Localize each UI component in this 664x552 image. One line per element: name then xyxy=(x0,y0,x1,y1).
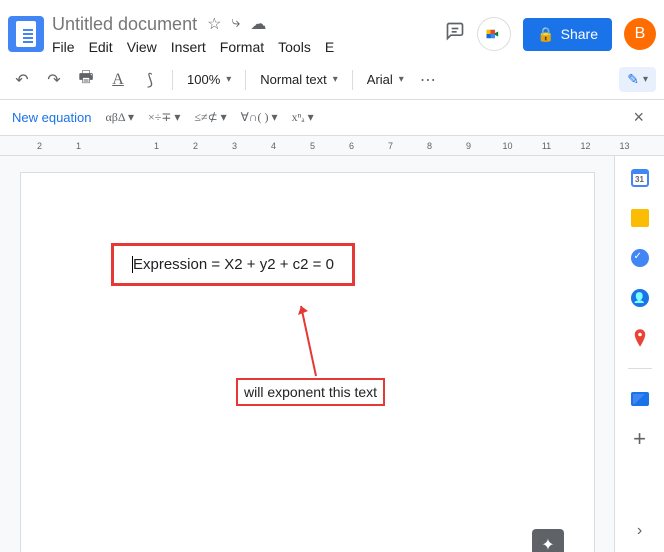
ruler-mark: 11 xyxy=(527,141,566,151)
add-on-plus-icon[interactable]: + xyxy=(630,429,650,449)
annotation-callout-box: will exponent this text xyxy=(236,378,385,406)
logic-dropdown[interactable]: ∀∩( ) ▾ xyxy=(241,110,278,125)
menu-tools[interactable]: Tools xyxy=(278,39,311,55)
annotation-highlight-box: Expression = X2 + y2 + c2 = 0 xyxy=(111,243,355,286)
maps-icon[interactable] xyxy=(630,328,650,348)
menu-extensions-truncated[interactable]: E xyxy=(325,39,334,55)
zoom-dropdown[interactable]: 100% xyxy=(181,72,237,87)
ruler-mark: 8 xyxy=(410,141,449,151)
user-avatar[interactable]: B xyxy=(624,18,656,50)
separator xyxy=(628,368,652,369)
print-icon[interactable]: 🖶 xyxy=(72,66,100,94)
keep-icon[interactable] xyxy=(630,208,650,228)
ruler-mark: 6 xyxy=(332,141,371,151)
more-toolbar-icon[interactable]: ⋯ xyxy=(414,66,442,94)
ruler-mark: 9 xyxy=(449,141,488,151)
spellcheck-icon[interactable]: A xyxy=(104,66,132,94)
greek-letters-dropdown[interactable]: αβΔ ▾ xyxy=(106,110,134,125)
star-icon[interactable]: ☆ xyxy=(207,14,221,34)
ruler-mark: 5 xyxy=(293,141,332,151)
ruler-mark: 2 xyxy=(20,141,59,151)
lock-icon: 🔒 xyxy=(537,26,554,43)
share-button[interactable]: 🔒 Share xyxy=(523,18,612,51)
toolbar: ↶ ↷ 🖶 A ⟆ 100% Normal text Arial ⋯ ✎ ▾ xyxy=(0,60,664,100)
close-equation-bar-icon[interactable]: × xyxy=(625,107,652,128)
undo-icon[interactable]: ↶ xyxy=(8,66,36,94)
title-area: Untitled document ☆ ⤷ ☁ File Edit View I… xyxy=(52,14,445,55)
separator xyxy=(352,70,353,90)
menu-bar: File Edit View Insert Format Tools E xyxy=(52,39,445,55)
new-equation-button[interactable]: New equation xyxy=(12,110,92,125)
explore-icon: ✦ xyxy=(541,535,554,552)
share-label: Share xyxy=(561,26,598,42)
move-icon[interactable]: ⤷ xyxy=(231,14,240,34)
workspace: Expression = X2 + y2 + c2 = 0 will expon… xyxy=(0,156,664,552)
ruler-mark: 4 xyxy=(254,141,293,151)
redo-icon[interactable]: ↷ xyxy=(40,66,68,94)
editing-mode-dropdown[interactable]: ✎ ▾ xyxy=(619,67,656,92)
menu-insert[interactable]: Insert xyxy=(171,39,206,55)
ruler-mark: 1 xyxy=(59,141,98,151)
ruler-mark: 3 xyxy=(215,141,254,151)
side-panel: 31 + › xyxy=(614,156,664,552)
page[interactable]: Expression = X2 + y2 + c2 = 0 will expon… xyxy=(20,172,595,552)
expression-text[interactable]: Expression = X2 + y2 + c2 = 0 xyxy=(132,256,334,273)
pencil-icon: ✎ xyxy=(627,71,639,88)
relations-dropdown[interactable]: ≤≠⊄ ▾ xyxy=(194,110,226,125)
equation-toolbar: New equation αβΔ ▾ ×÷∓ ▾ ≤≠⊄ ▾ ∀∩( ) ▾ x… xyxy=(0,100,664,136)
menu-format[interactable]: Format xyxy=(220,39,264,55)
calendar-icon[interactable]: 31 xyxy=(630,168,650,188)
callout-text: will exponent this text xyxy=(244,384,377,400)
collapse-panel-icon[interactable]: › xyxy=(637,522,642,540)
ruler-mark: 7 xyxy=(371,141,410,151)
menu-file[interactable]: File xyxy=(52,39,75,55)
ruler-mark: 1 xyxy=(137,141,176,151)
explore-button[interactable]: ✦ xyxy=(532,529,564,552)
chevron-down-icon: ▾ xyxy=(643,74,648,85)
paint-format-icon[interactable]: ⟆ xyxy=(136,66,164,94)
inbox-icon[interactable] xyxy=(630,389,650,409)
cloud-icon[interactable]: ☁ xyxy=(250,14,266,34)
style-dropdown[interactable]: Normal text xyxy=(254,72,344,87)
script-dropdown[interactable]: xⁿₐ ▾ xyxy=(292,110,314,125)
menu-edit[interactable]: Edit xyxy=(89,39,113,55)
document-canvas[interactable]: Expression = X2 + y2 + c2 = 0 will expon… xyxy=(0,156,614,552)
tasks-icon[interactable] xyxy=(630,248,650,268)
ruler-mark: 2 xyxy=(176,141,215,151)
ruler-mark: 10 xyxy=(488,141,527,151)
header: Untitled document ☆ ⤷ ☁ File Edit View I… xyxy=(0,0,664,60)
docs-logo-icon[interactable] xyxy=(8,16,44,52)
separator xyxy=(172,70,173,90)
ruler-mark: 12 xyxy=(566,141,605,151)
document-title[interactable]: Untitled document xyxy=(52,14,197,35)
comment-history-icon[interactable] xyxy=(445,21,465,47)
operators-dropdown[interactable]: ×÷∓ ▾ xyxy=(148,110,180,125)
separator xyxy=(245,70,246,90)
annotation-arrow-icon xyxy=(296,301,326,386)
meet-icon[interactable] xyxy=(477,17,511,51)
font-dropdown[interactable]: Arial xyxy=(361,72,410,87)
contacts-icon[interactable] xyxy=(630,288,650,308)
ruler[interactable]: 2 1 1 2 3 4 5 6 7 8 9 10 11 12 13 xyxy=(0,136,664,156)
menu-view[interactable]: View xyxy=(127,39,157,55)
ruler-mark: 13 xyxy=(605,141,644,151)
